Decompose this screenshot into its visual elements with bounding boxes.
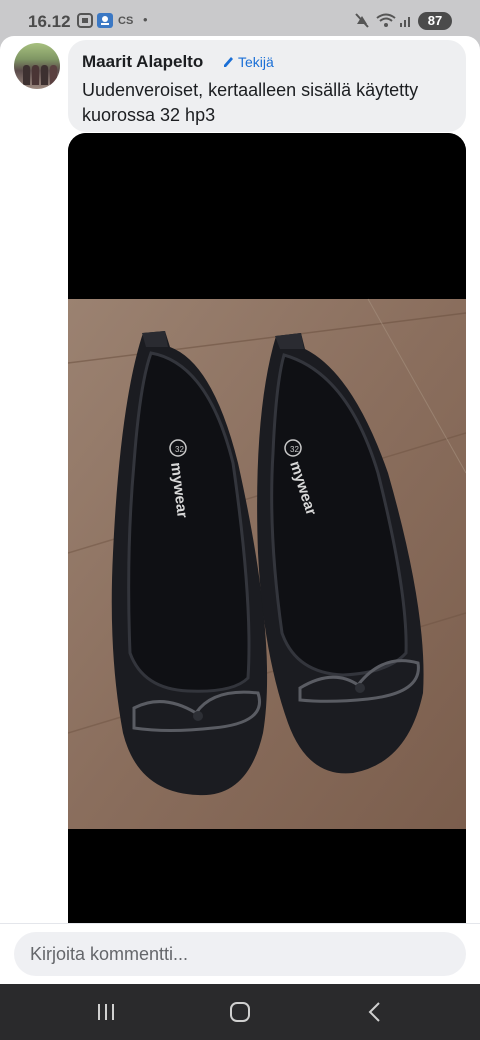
pencil-icon [224, 57, 233, 67]
avatar[interactable] [14, 43, 60, 89]
mute-icon [354, 13, 370, 28]
status-carrier: CS [118, 15, 134, 27]
recents-icon[interactable] [86, 998, 126, 1026]
home-icon[interactable] [220, 998, 260, 1026]
back-icon[interactable] [355, 998, 395, 1026]
post-photo[interactable]: 32 mywear 32 mywear [68, 133, 466, 933]
post-sheet: Maarit Alapelto Tekijä Uudenveroiset, ke… [0, 36, 480, 984]
system-nav-bar [0, 984, 480, 1040]
left-shoe-size: 32 [175, 445, 184, 454]
right-shoe-size: 32 [290, 445, 299, 454]
status-time: 16.12 [28, 12, 71, 31]
comment-bar [0, 923, 480, 984]
author-badge: Tekijä [223, 54, 274, 70]
status-bar: 16.12 CS • 87 [0, 0, 480, 40]
status-dot: • [143, 12, 148, 27]
author-badge-label: Tekijä [238, 54, 274, 70]
post-bubble: Maarit Alapelto Tekijä Uudenveroiset, ke… [68, 40, 466, 132]
battery-indicator: 87 [418, 12, 452, 30]
app-notification-icon [97, 13, 113, 28]
screenshot-icon [77, 13, 93, 28]
wifi-icon [376, 13, 396, 28]
comment-input[interactable] [14, 932, 466, 976]
signal-icon [398, 13, 414, 28]
post-text: Uudenveroiset, kertaalleen sisällä käyte… [82, 80, 419, 125]
author-name[interactable]: Maarit Alapelto [82, 52, 203, 72]
